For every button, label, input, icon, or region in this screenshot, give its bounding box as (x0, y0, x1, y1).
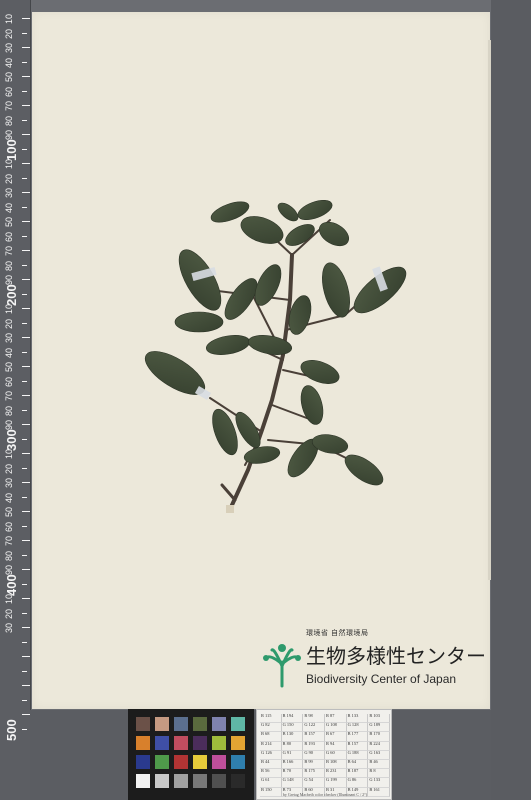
color-swatch (174, 717, 188, 731)
color-value-cell: R 214 (260, 741, 282, 751)
color-value-cell: G 133 (368, 778, 390, 788)
color-swatch (174, 736, 188, 750)
color-value-cell: B 68 (260, 732, 282, 742)
color-swatch (193, 736, 207, 750)
color-value-cell: R 56 (260, 769, 282, 779)
color-checker-card (128, 709, 254, 800)
color-swatch (231, 774, 245, 788)
color-value-cell: R 194 (281, 714, 304, 724)
color-value-cell: R 187 (346, 769, 369, 779)
org-name-jp: 生物多様性センター (306, 644, 486, 668)
color-swatch (231, 736, 245, 750)
color-value-cell: G 82 (260, 723, 282, 733)
color-value-cell: B 177 (346, 732, 369, 742)
color-swatch (136, 736, 150, 750)
color-swatch (136, 717, 150, 731)
color-swatch (193, 717, 207, 731)
color-value-card: R 115 R 194 R 98 R 87 R 133 R 103 G 82 G 150 G 1… (256, 709, 392, 800)
color-value-cell: R 133 (346, 714, 369, 724)
color-value-cell: R 115 (260, 714, 282, 724)
color-swatch (155, 755, 169, 769)
color-swatch (212, 774, 226, 788)
color-value-cell: R 103 (368, 714, 390, 724)
color-value-cell: G 61 (260, 778, 282, 788)
sprout-logo-icon (263, 644, 301, 688)
color-value-cell: G 163 (368, 750, 390, 760)
color-swatch (231, 755, 245, 769)
color-value-cell: B 130 (281, 732, 304, 742)
color-value-cell: G 86 (346, 778, 369, 788)
color-value-cell: R 87 (324, 714, 347, 724)
color-value-cell: G 122 (303, 723, 325, 733)
color-value-cell: G 189 (368, 723, 390, 733)
color-value-cell: R 80 (281, 741, 304, 751)
color-swatch (174, 755, 188, 769)
color-value-cell: R 224 (368, 741, 390, 751)
color-value-cell: G 90 (303, 750, 325, 760)
color-value-cell: R 193 (303, 741, 325, 751)
color-value-cell: R 94 (324, 741, 347, 751)
color-swatch (231, 717, 245, 731)
color-swatch (212, 717, 226, 731)
color-value-cell: B 67 (324, 732, 347, 742)
org-name-en: Biodiversity Center of Japan (306, 672, 457, 686)
color-value-cell: B 108 (324, 759, 347, 770)
color-value-cell: G 91 (281, 750, 304, 760)
color-value-cell: G 126 (260, 750, 282, 760)
color-swatch (155, 717, 169, 731)
color-value-cell: G 54 (303, 778, 325, 788)
color-swatch (155, 774, 169, 788)
color-value-cell: G 108 (324, 723, 347, 733)
color-swatch (136, 755, 150, 769)
color-swatch (193, 755, 207, 769)
color-value-grid: R 115 R 194 R 98 R 87 R 133 R 103 G 82 G 150 G 1… (260, 714, 390, 797)
color-value-cell: B 166 (281, 759, 304, 770)
color-value-cell: B 64 (346, 759, 369, 770)
color-value-cell: G 148 (281, 778, 304, 788)
ministry-label: 環境省 自然環境局 (306, 630, 369, 637)
leaves (144, 199, 407, 486)
color-swatch (212, 755, 226, 769)
color-value-cell: G 60 (324, 750, 347, 760)
color-value-cell: R 98 (303, 714, 325, 724)
color-swatch (174, 774, 188, 788)
color-value-cell: R 175 (303, 769, 325, 779)
color-value-cell: R 8 (368, 769, 390, 779)
color-swatch (212, 736, 226, 750)
color-swatch (155, 736, 169, 750)
institution-logo-block: 環境省 自然環境局 生物多様性センター Biodiversity Center … (262, 628, 486, 698)
color-value-cell: B 99 (303, 759, 325, 770)
color-value-cell: G 150 (281, 723, 304, 733)
color-value-cell: G 188 (346, 750, 369, 760)
color-value-cell: B 44 (260, 759, 282, 770)
color-value-cell: B 157 (303, 732, 325, 742)
color-value-cell: R 157 (346, 741, 369, 751)
color-value-cell: R 231 (324, 769, 347, 779)
color-value-caption: by Gretag Macbeth color checker (Illumin… (282, 792, 368, 797)
color-value-cell: G 199 (324, 778, 347, 788)
color-value-cell: G 128 (346, 723, 369, 733)
color-swatch (193, 774, 207, 788)
color-swatch (136, 774, 150, 788)
color-value-cell: R 70 (281, 769, 304, 779)
color-value-cell: B 170 (368, 732, 390, 742)
stem-cut-end (226, 505, 234, 513)
color-value-cell: B 46 (368, 759, 390, 770)
